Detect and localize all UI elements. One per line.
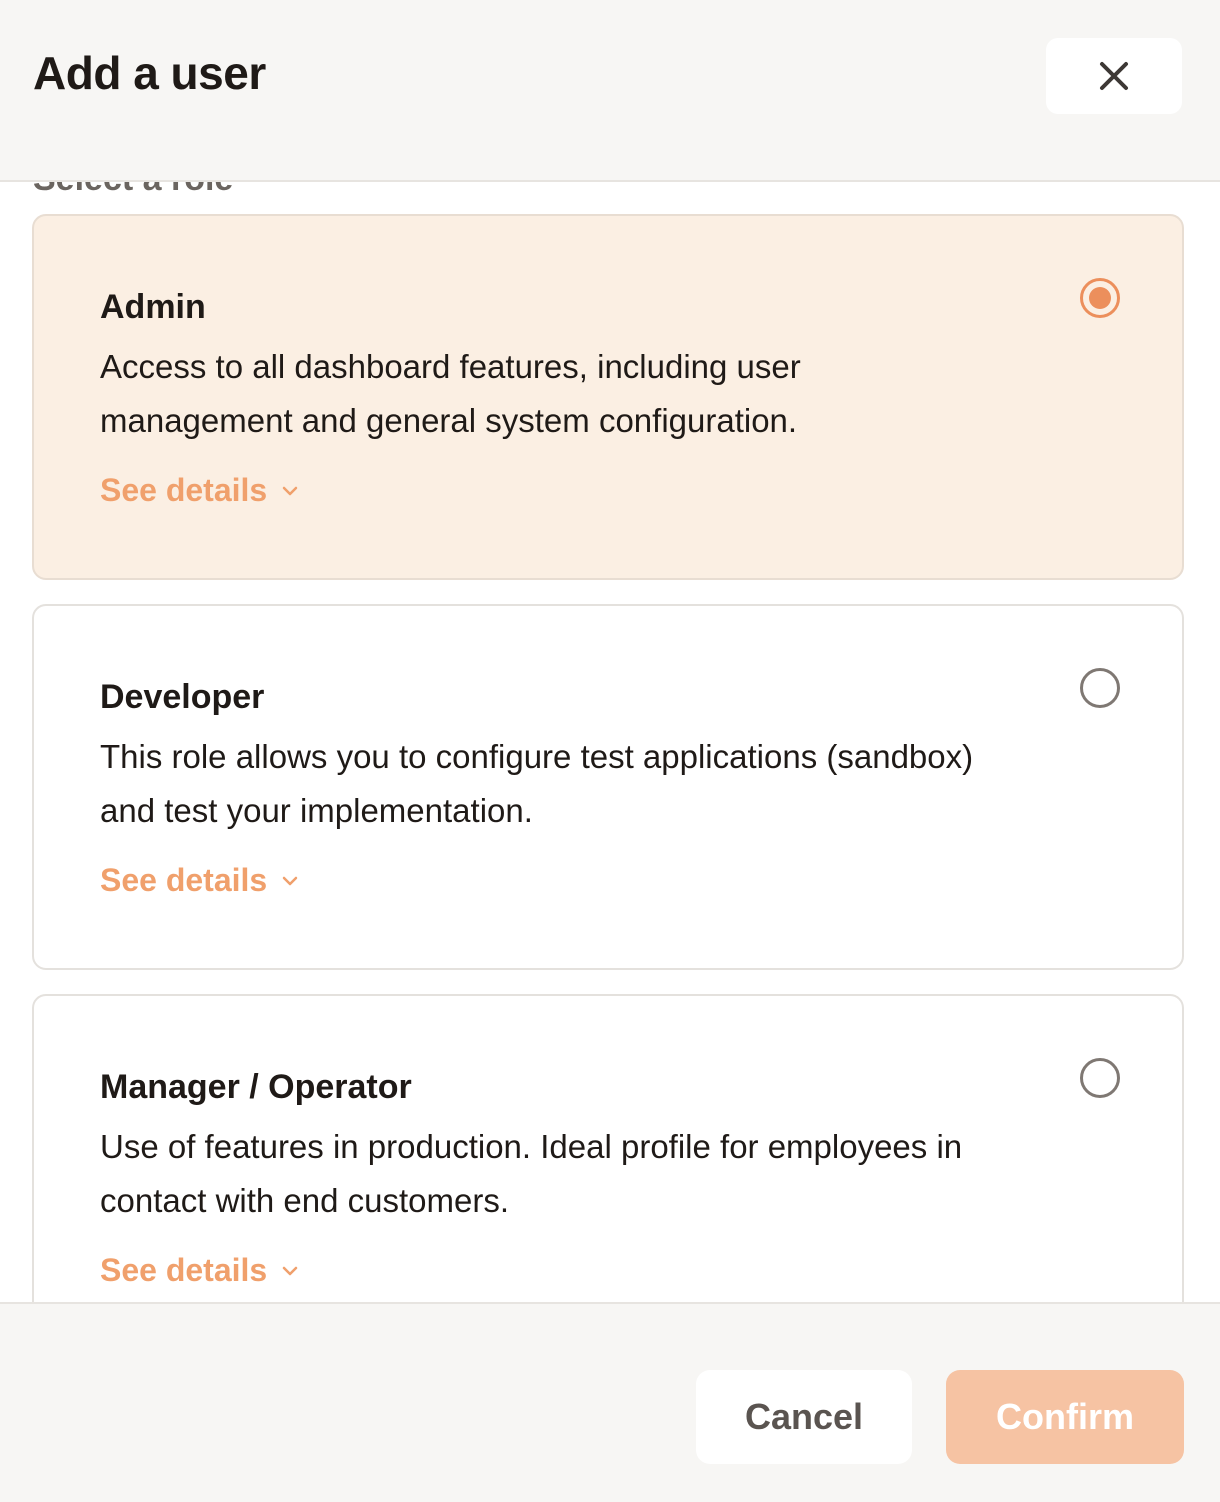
role-radio-developer[interactable]: [1080, 668, 1120, 708]
chevron-down-icon: [282, 1266, 298, 1275]
role-radio-admin[interactable]: [1080, 278, 1120, 318]
role-card-manager-operator[interactable]: Manager / Operator Use of features in pr…: [32, 994, 1184, 1302]
modal-header: Add a user: [0, 0, 1220, 182]
role-description: Use of features in production. Ideal pro…: [100, 1128, 963, 1219]
role-name: Developer: [100, 678, 265, 716]
role-description: This role allows you to configure test a…: [100, 738, 974, 829]
chevron-down-icon: [282, 486, 298, 495]
role-card-developer[interactable]: Developer This role allows you to config…: [32, 604, 1184, 970]
see-details-link[interactable]: See details: [100, 472, 299, 509]
modal-body[interactable]: Select a role Admin Access to all dashbo…: [0, 182, 1220, 1302]
role-name: Manager / Operator: [100, 1068, 412, 1106]
add-user-modal: Add a user Select a role Admin Access to…: [0, 0, 1220, 1502]
see-details-link[interactable]: See details: [100, 862, 299, 899]
cancel-button[interactable]: Cancel: [696, 1370, 912, 1464]
see-details-label: See details: [100, 862, 268, 898]
page-title: Add a user: [33, 47, 266, 99]
modal-footer: Cancel Confirm: [0, 1302, 1220, 1502]
role-radio-manager-operator[interactable]: [1080, 1058, 1120, 1098]
chevron-down-icon: [282, 876, 298, 885]
see-details-link[interactable]: See details: [100, 1252, 299, 1289]
see-details-label: See details: [100, 472, 268, 508]
see-details-label: See details: [100, 1252, 268, 1288]
role-name: Admin: [100, 288, 206, 326]
role-description: Access to all dashboard features, includ…: [100, 348, 801, 439]
close-icon: [1100, 62, 1128, 90]
confirm-button[interactable]: Confirm: [946, 1370, 1184, 1464]
close-button[interactable]: [1046, 38, 1182, 114]
section-label: Select a role: [33, 182, 233, 199]
role-card-admin[interactable]: Admin Access to all dashboard features, …: [32, 214, 1184, 580]
